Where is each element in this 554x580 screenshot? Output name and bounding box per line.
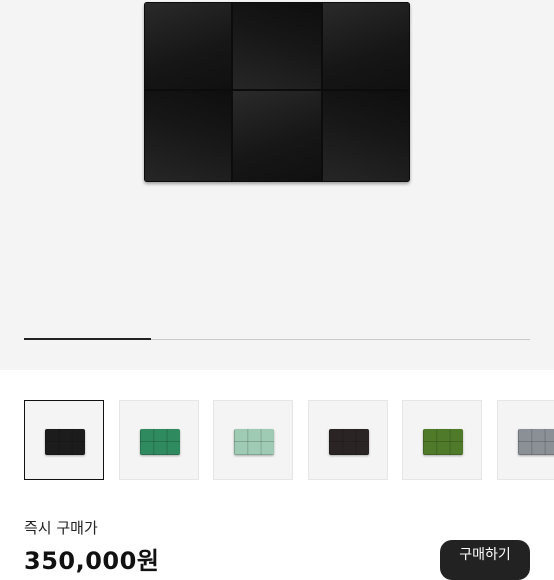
weave-tile	[232, 2, 322, 90]
weave-tile	[322, 2, 410, 90]
thumbnail-image	[234, 429, 274, 455]
thumbnail-image	[423, 429, 463, 455]
weave-tile	[322, 90, 410, 182]
color-thumbnail[interactable]	[24, 400, 104, 480]
carousel-progress-bar	[24, 338, 530, 340]
color-thumbnail[interactable]	[497, 400, 554, 480]
instant-buy-price: 350,000원	[24, 547, 160, 575]
color-thumbnail[interactable]	[402, 400, 482, 480]
carousel-progress-fill	[24, 338, 151, 340]
color-thumbnail[interactable]	[308, 400, 388, 480]
instant-buy-label: 즉시 구매가	[24, 519, 98, 537]
weave-tile	[232, 90, 322, 182]
color-thumbnail[interactable]	[213, 400, 293, 480]
thumbnail-image	[518, 429, 554, 455]
product-image	[144, 2, 410, 182]
thumbnail-image	[140, 429, 180, 455]
weave-tile	[144, 90, 232, 182]
weave-tile	[144, 2, 232, 90]
product-image-area[interactable]	[0, 0, 554, 370]
buy-button[interactable]: 구매하기	[440, 540, 530, 580]
thumbnail-image	[329, 429, 369, 455]
color-thumbnail[interactable]	[119, 400, 199, 480]
thumbnail-image	[45, 429, 85, 455]
color-thumbnail-list	[24, 400, 554, 482]
